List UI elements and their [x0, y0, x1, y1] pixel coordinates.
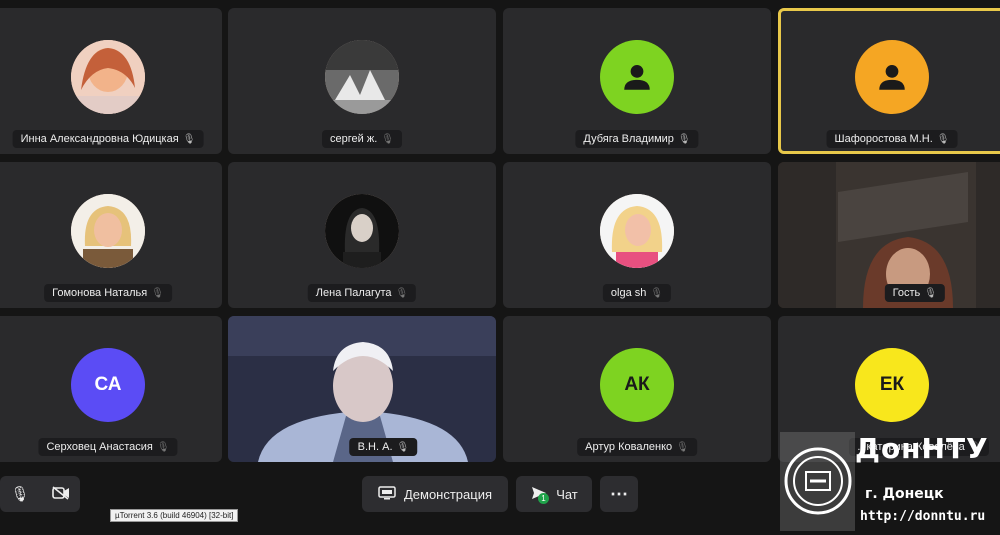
- participant-name-tag: olga sh 🎙: [602, 284, 672, 302]
- participant-tile[interactable]: СА Серховец Анастасия 🎙: [0, 316, 222, 462]
- microphone-off-icon: 🎙: [151, 287, 164, 299]
- chat-icon: 1: [530, 485, 549, 504]
- avatar-initials: ЕК: [879, 374, 905, 395]
- participant-name: В.Н. А.: [357, 441, 393, 453]
- avatar: [325, 40, 399, 114]
- avatar: АК: [600, 348, 674, 422]
- chat-button[interactable]: 1 Чат: [516, 476, 592, 512]
- participant-name: olga sh: [610, 287, 647, 299]
- participant-tile-video[interactable]: В.Н. А. 🎙: [228, 316, 496, 462]
- microphone-off-icon: 🎙: [676, 441, 689, 453]
- participant-name-tag: Гость 🎙: [884, 284, 945, 302]
- watermark-url: http://donntu.ru: [860, 509, 986, 524]
- user-icon: [624, 64, 650, 90]
- participant-name-tag: Шафоростова М.Н. 🎙: [826, 130, 958, 148]
- participant-tile[interactable]: Гомонова Наталья 🎙: [0, 162, 222, 308]
- avatar: СА: [71, 348, 145, 422]
- microphone-toggle-button[interactable]: 🎙: [0, 476, 80, 512]
- participant-tile-active-speaker[interactable]: Шафоростова М.Н. 🎙: [778, 8, 1000, 154]
- screen-share-icon: [378, 485, 396, 503]
- microphone-icon: 🎙: [396, 441, 410, 453]
- participant-name-tag: сергей ж. 🎙: [322, 130, 402, 148]
- participant-name: Серховец Анастасия: [46, 441, 153, 453]
- camera-off-icon: [51, 485, 70, 503]
- participant-name: Артур Коваленко: [585, 441, 673, 453]
- microphone-icon: 🎙: [182, 133, 196, 145]
- microphone-off-icon: 🎙: [381, 133, 394, 145]
- participant-name-tag: Серховец Анастасия 🎙: [38, 438, 178, 456]
- avatar: ЕК: [855, 348, 929, 422]
- participant-tile-video[interactable]: Гость 🎙: [778, 162, 1000, 308]
- watermark-city: г. Донецк: [865, 486, 944, 502]
- avatar: [71, 40, 145, 114]
- participant-name-tag: В.Н. А. 🎙: [349, 438, 418, 456]
- avatar-initials: АК: [624, 374, 650, 395]
- microphone-icon: 🎙: [936, 133, 950, 145]
- participant-name-tag: Дубяга Владимир 🎙: [575, 130, 699, 148]
- participant-name: Лена Палагута: [315, 287, 392, 299]
- participant-name: Инна Александровна Юдицкая: [20, 133, 179, 145]
- participant-tile[interactable]: сергей ж. 🎙: [228, 8, 496, 154]
- microphone-off-icon: 🎙: [650, 287, 664, 299]
- participant-tile[interactable]: olga sh 🎙: [503, 162, 771, 308]
- participant-name: Дубяга Владимир: [583, 133, 674, 145]
- more-options-button[interactable]: ⋯: [600, 476, 638, 512]
- microphone-off-icon: 🎙: [156, 441, 170, 453]
- microphone-icon: 🎙: [10, 486, 30, 503]
- screen-share-label: Демонстрация: [403, 486, 493, 502]
- avatar: [325, 194, 399, 268]
- microphone-off-icon: 🎙: [395, 287, 409, 299]
- participant-name-tag: Лена Палагута 🎙: [307, 284, 417, 302]
- chat-unread-badge: 1: [538, 492, 549, 504]
- microphone-icon: 🎙: [677, 133, 691, 145]
- participant-tile[interactable]: Дубяга Владимир 🎙: [503, 8, 771, 154]
- watermark-title: ДонНТУ: [855, 432, 989, 465]
- participant-name-tag: Артур Коваленко 🎙: [577, 438, 697, 456]
- participant-name: Гомонова Наталья: [52, 287, 148, 299]
- more-icon: ⋯: [610, 483, 628, 504]
- avatar: [71, 194, 145, 268]
- participant-name: Шафоростова М.Н.: [834, 133, 933, 145]
- participant-name-tag: Инна Александровна Юдицкая 🎙: [12, 130, 204, 148]
- participant-name-tag: Гомонова Наталья 🎙: [44, 284, 172, 302]
- participant-tile[interactable]: Инна Александровна Юдицкая 🎙: [0, 8, 222, 154]
- participant-tile[interactable]: АК Артур Коваленко 🎙: [503, 316, 771, 462]
- participant-tile[interactable]: Лена Палагута 🎙: [228, 162, 496, 308]
- screen-share-button[interactable]: Демонстрация: [362, 476, 508, 512]
- avatar: [855, 40, 929, 114]
- participant-name: сергей ж.: [330, 133, 378, 145]
- microphone-icon: 🎙: [924, 287, 937, 299]
- avatar-initials: СА: [94, 374, 122, 395]
- university-emblem-icon: [780, 432, 855, 531]
- chat-label: Чат: [556, 486, 578, 502]
- avatar: [600, 194, 674, 268]
- participant-name: Гость: [892, 287, 921, 299]
- avatar: [600, 40, 674, 114]
- taskbar-tooltip: µTorrent 3.6 (build 46904) [32-bit]: [110, 509, 239, 522]
- user-icon: [879, 64, 905, 90]
